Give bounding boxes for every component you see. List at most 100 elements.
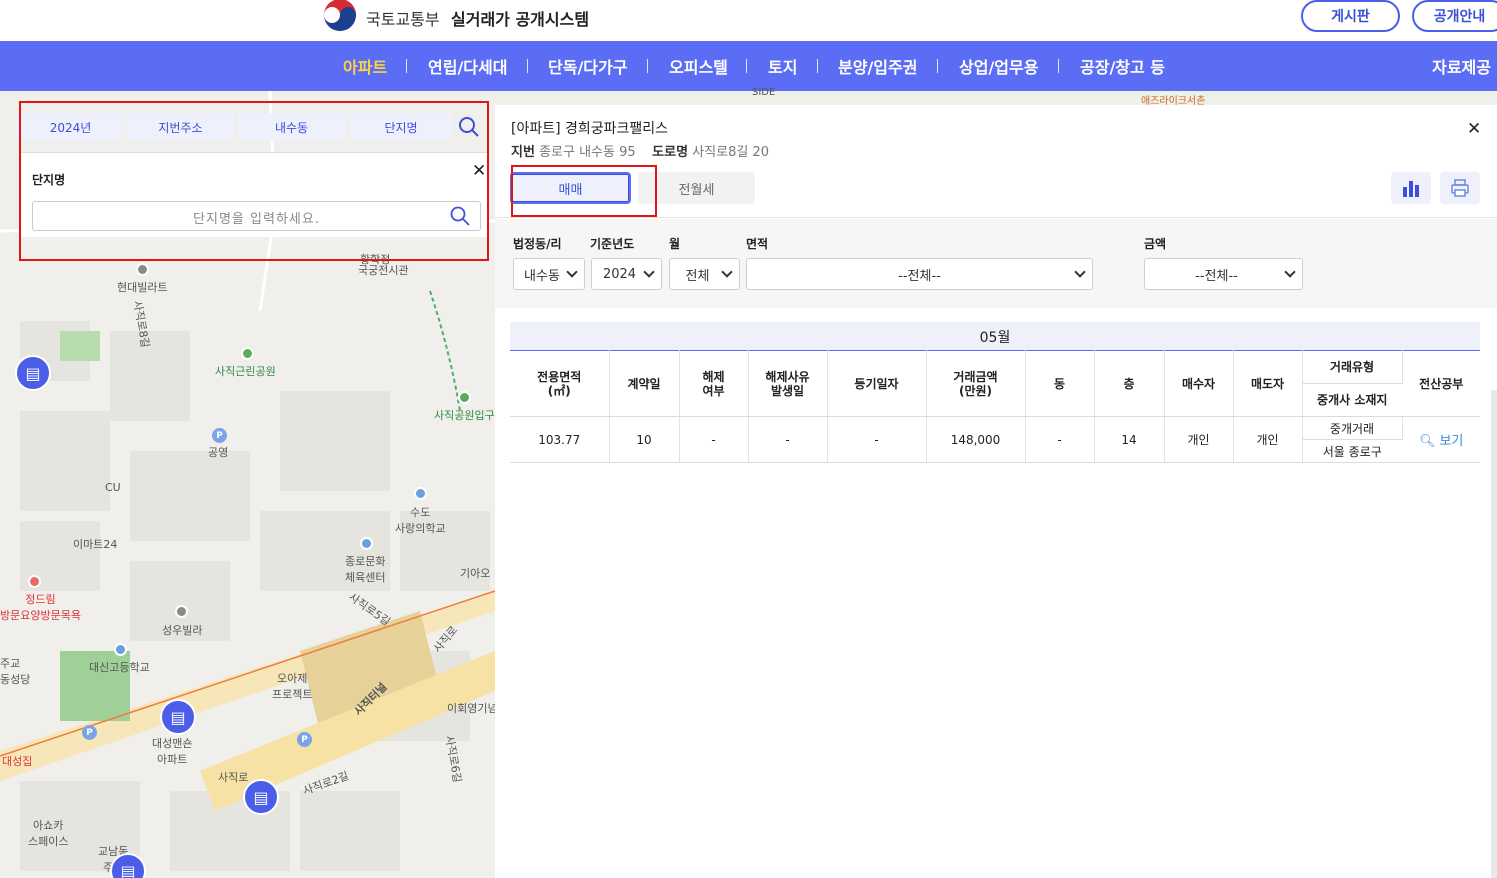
- filter-year-tab[interactable]: 2024년: [17, 113, 124, 141]
- tab-rent[interactable]: 전월세: [638, 172, 755, 204]
- search-panel: 2024년 지번주소 내수동 단지명 단지명 ✕ 단지명을 입력하세요.: [10, 104, 487, 260]
- dong-select[interactable]: 내수동: [513, 258, 585, 290]
- print-button[interactable]: [1440, 172, 1480, 204]
- cell-area: 103.77: [510, 416, 610, 463]
- nav-officetel[interactable]: 오피스텔: [669, 54, 728, 78]
- nav-data-provision[interactable]: 자료제공: [1432, 54, 1491, 78]
- dong-label: 법정동/리: [513, 237, 562, 251]
- col-deal-type: 거래유형: [1302, 350, 1403, 384]
- search-icon[interactable]: [458, 116, 480, 138]
- col-dong: 동: [1025, 350, 1095, 417]
- sports-poi-icon: [360, 537, 373, 550]
- board-button[interactable]: 게시판: [1301, 0, 1400, 32]
- col-day: 계약일: [609, 350, 680, 417]
- month-select[interactable]: 전체: [669, 258, 740, 290]
- nav-rowhouse[interactable]: 연립/다세대: [428, 54, 507, 78]
- tab-sale[interactable]: 매매: [510, 172, 631, 204]
- complex-name-label: 단지명: [32, 173, 66, 187]
- close-icon[interactable]: ✕: [472, 163, 486, 180]
- care-poi-icon: [28, 575, 41, 588]
- park-poi-icon: [241, 347, 254, 360]
- cell-agent-loc: 서울 종로구: [1302, 439, 1402, 463]
- map-label-ashoka: 아쇼카 스페이스: [28, 819, 69, 848]
- nav-commercial[interactable]: 상업/업무용: [959, 54, 1038, 78]
- nav-factory[interactable]: 공장/창고 등: [1080, 54, 1165, 78]
- ministry-name: 국토교통부: [366, 10, 440, 29]
- parking-icon: P: [297, 732, 312, 747]
- system-title[interactable]: 실거래가 공개시스템: [451, 6, 589, 30]
- villa-poi-icon: [175, 605, 188, 618]
- search-icon[interactable]: [450, 206, 470, 226]
- map-label-sajik-ro: 사직로: [218, 771, 249, 784]
- building-poi-icon: [136, 263, 149, 276]
- apartment-marker-icon[interactable]: ▤: [243, 779, 279, 815]
- chart-button[interactable]: [1391, 172, 1431, 204]
- top-bar: 국토교통부 실거래가 공개시스템 게시판 공개안내: [0, 0, 1497, 41]
- nav-presale[interactable]: 분양/입주권: [838, 54, 917, 78]
- view-link[interactable]: 보기: [1439, 434, 1463, 449]
- jibun-label: 지번: [511, 145, 535, 160]
- road-label: 도로명: [652, 145, 689, 160]
- nav-land[interactable]: 토지: [768, 54, 797, 78]
- map-label-sungwoo: 성우빌라: [162, 624, 203, 637]
- parking-icon: P: [212, 428, 227, 443]
- filter-dong-tab[interactable]: 내수동: [238, 113, 345, 141]
- apartment-marker-icon[interactable]: ▤: [15, 355, 51, 391]
- map-label-sports-center: 종로문화 체육센터: [345, 555, 386, 584]
- map-label-care: 정드림 방문요양방문목욕: [0, 593, 81, 622]
- cell-dong: -: [1025, 416, 1095, 463]
- cell-floor: 14: [1094, 416, 1165, 463]
- col-area: 전용면적 (㎡): [510, 350, 610, 417]
- col-price: 거래금액 (만원): [926, 350, 1026, 417]
- area-label: 면적: [746, 237, 769, 251]
- government-logo-icon: [323, 0, 357, 32]
- map-label-hyundai: 현대빌라트: [117, 281, 168, 294]
- map-label-school: 수도 사랑의학교: [395, 506, 446, 535]
- bar-chart-icon: [1403, 181, 1419, 197]
- map-strip: SIDE 애즈라이크서촌: [495, 87, 1497, 107]
- map-label-park: 사직근린공원: [215, 365, 276, 378]
- scrollbar[interactable]: [1491, 390, 1497, 878]
- transactions-table: 전용면적 (㎡) 계약일 해제 여부 해제사유 발생일 등기일자 거래금액 (만…: [510, 350, 1480, 463]
- cell-registry[interactable]: 🔍︎ 보기: [1402, 416, 1480, 463]
- cell-reg-date: -: [827, 416, 927, 463]
- highschool-poi-icon: [114, 643, 127, 656]
- year-select[interactable]: 2024: [591, 258, 662, 290]
- map-label-daeshin: 대신고등학교: [89, 661, 150, 674]
- apartment-marker-icon[interactable]: ▤: [160, 699, 196, 735]
- filter-complex-tab[interactable]: 단지명: [349, 113, 453, 141]
- parking-icon: P: [82, 725, 97, 740]
- cell-seller: 개인: [1233, 416, 1303, 463]
- filter-jibun-tab[interactable]: 지번주소: [127, 113, 234, 141]
- cell-buyer: 개인: [1164, 416, 1234, 463]
- map-label-memorial: 이회영기념: [447, 702, 495, 715]
- printer-icon: [1451, 179, 1469, 197]
- map-label-side: SIDE: [752, 87, 776, 98]
- map-label-kia: 기아오: [460, 567, 491, 580]
- nav-apartment[interactable]: 아파트: [343, 54, 387, 78]
- price-label: 금액: [1144, 237, 1167, 251]
- col-cancel-date: 해제사유 발생일: [748, 350, 828, 417]
- area-select[interactable]: --전체--: [746, 258, 1093, 290]
- map-label-daesungjip: 대성집: [2, 755, 33, 768]
- map-label-emart24: 이마트24: [73, 538, 118, 551]
- close-icon[interactable]: ✕: [1467, 119, 1481, 139]
- map-label-oaze: 오아제 프로젝트: [272, 672, 313, 701]
- address-line: 지번 종로구 내수동 95 도로명 사직로8길 20: [511, 141, 769, 160]
- jibun-value: 종로구 내수동 95: [539, 145, 636, 160]
- apartment-title: [아파트] 경희궁파크팰리스: [511, 121, 669, 137]
- col-floor: 층: [1094, 350, 1165, 417]
- month-label: 월: [669, 237, 681, 251]
- view-magnifier-icon: 🔍︎: [1419, 434, 1436, 449]
- subway-poi-icon: [458, 391, 471, 404]
- complex-name-box: 단지명 ✕ 단지명을 입력하세요.: [20, 152, 487, 237]
- map-label-sajik-entrance: 사직공원입구: [434, 409, 495, 422]
- price-select[interactable]: --전체--: [1144, 258, 1303, 290]
- info-button[interactable]: 공개안내: [1412, 0, 1497, 32]
- filter-area: 법정동/리 기준년도 월 면적 금액 내수동 2024 전체 --전체-- --…: [495, 219, 1497, 308]
- nav-detached[interactable]: 단독/다가구: [548, 54, 627, 78]
- panel-header: [아파트] 경희궁파크팰리스 지번 종로구 내수동 95 도로명 사직로8길 2…: [495, 105, 1497, 218]
- complex-name-input[interactable]: 단지명을 입력하세요.: [32, 201, 481, 231]
- main-nav: 아파트 연립/다세대 단독/다가구 오피스텔 토지 분양/입주권 상업/업무용 …: [0, 41, 1497, 91]
- col-registry: 전산공부: [1402, 350, 1480, 417]
